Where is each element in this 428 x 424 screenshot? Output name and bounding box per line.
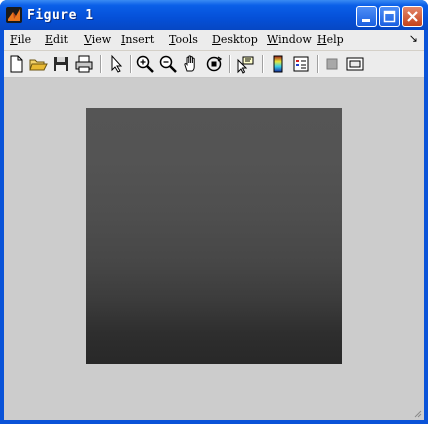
menu-edit[interactable]: Edit (45, 33, 68, 46)
figure-canvas[interactable] (4, 78, 424, 420)
legend-icon[interactable] (291, 54, 311, 74)
menu-insert[interactable]: Insert (121, 33, 154, 46)
edit-plot-arrow-icon[interactable] (106, 54, 126, 74)
matlab-icon[interactable] (6, 7, 22, 23)
toolbar-separator (100, 55, 102, 73)
figure-toolbar (4, 51, 424, 78)
menu-desktop[interactable]: Desktop (212, 33, 258, 46)
zoom-in-icon[interactable] (135, 54, 155, 74)
toolbar-separator (262, 55, 264, 73)
title-bar[interactable]: Figure 1 (0, 0, 428, 30)
resize-grip-icon[interactable] (412, 408, 422, 418)
menu-tools[interactable]: Tools (169, 33, 198, 46)
minimize-button[interactable] (356, 6, 377, 27)
close-button[interactable] (402, 6, 423, 27)
maximize-button[interactable] (379, 6, 400, 27)
menu-file[interactable]: File (10, 33, 31, 46)
toolbar-separator (229, 55, 231, 73)
menu-view[interactable]: View (84, 33, 111, 46)
data-cursor-icon[interactable] (235, 54, 255, 74)
open-file-icon[interactable] (28, 54, 48, 74)
menu-window[interactable]: Window (267, 33, 312, 46)
toolbar-separator (317, 55, 319, 73)
figure-window: Figure 1 File Edit View Insert Tools Des… (0, 0, 428, 424)
pan-hand-icon[interactable] (181, 54, 201, 74)
hide-plot-tools-icon[interactable] (322, 54, 342, 74)
save-icon[interactable] (51, 54, 71, 74)
menu-help[interactable]: Help (317, 33, 344, 46)
figure-client-area: File Edit View Insert Tools Desktop Wind… (4, 30, 424, 420)
print-icon[interactable] (74, 54, 94, 74)
zoom-out-icon[interactable] (158, 54, 178, 74)
window-title: Figure 1 (27, 8, 94, 23)
axes-image[interactable] (86, 108, 342, 364)
show-plot-tools-icon[interactable] (345, 54, 365, 74)
menu-bar: File Edit View Insert Tools Desktop Wind… (4, 30, 424, 51)
menu-overflow-arrow-icon[interactable]: ↘ (409, 32, 418, 45)
toolbar-separator (130, 55, 132, 73)
colorbar-icon[interactable] (268, 54, 288, 74)
rotate-3d-icon[interactable] (204, 54, 224, 74)
new-figure-icon[interactable] (6, 54, 26, 74)
